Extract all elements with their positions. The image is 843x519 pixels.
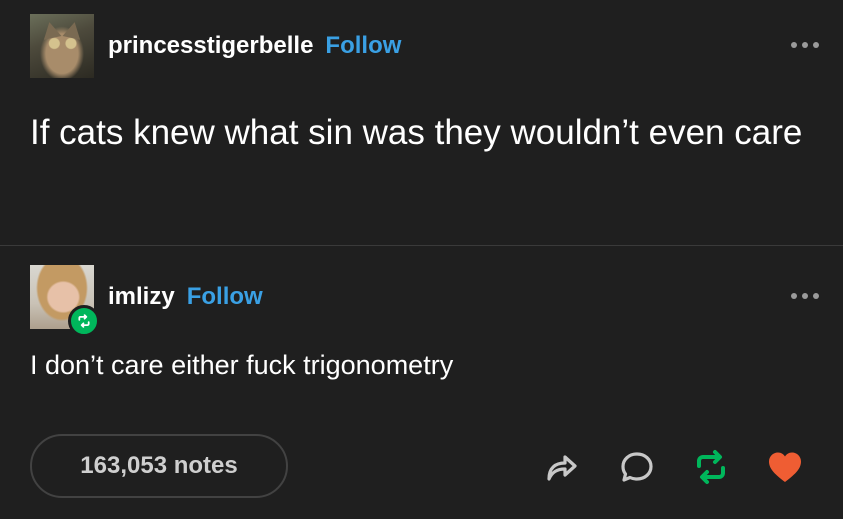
post-actions [540, 446, 810, 488]
follow-button-reblog[interactable]: Follow [187, 283, 263, 311]
reblog-icon[interactable] [690, 446, 732, 488]
post-header-reblog: imlizy Follow [30, 265, 263, 337]
dot-icon [802, 293, 808, 299]
heart-icon[interactable] [764, 446, 806, 488]
reply-icon[interactable] [616, 446, 658, 488]
username-reblog[interactable]: imlizy [108, 283, 175, 311]
dot-icon [791, 42, 797, 48]
dot-icon [813, 42, 819, 48]
reblog-badge-icon [68, 305, 100, 337]
post-text-reblog: I don’t care either fuck trigonometry [30, 350, 454, 380]
divider [0, 245, 843, 246]
post-header-original: princesstigerbelle Follow [30, 14, 401, 78]
post-text-original: If cats knew what sin was they wouldn’t … [30, 113, 803, 152]
person-avatar[interactable] [30, 265, 100, 337]
notes-button[interactable]: 163,053 notes [30, 434, 288, 498]
more-options-icon[interactable] [791, 293, 819, 299]
tumblr-post: princesstigerbelle Follow If cats knew w… [0, 0, 843, 519]
reblog-small-icon [78, 314, 90, 328]
cat-avatar[interactable] [30, 14, 94, 78]
share-icon[interactable] [540, 446, 582, 488]
follow-button-original[interactable]: Follow [325, 32, 401, 60]
dot-icon [802, 42, 808, 48]
username-original[interactable]: princesstigerbelle [108, 32, 313, 60]
dot-icon [791, 293, 797, 299]
dot-icon [813, 293, 819, 299]
more-options-icon[interactable] [791, 42, 819, 48]
